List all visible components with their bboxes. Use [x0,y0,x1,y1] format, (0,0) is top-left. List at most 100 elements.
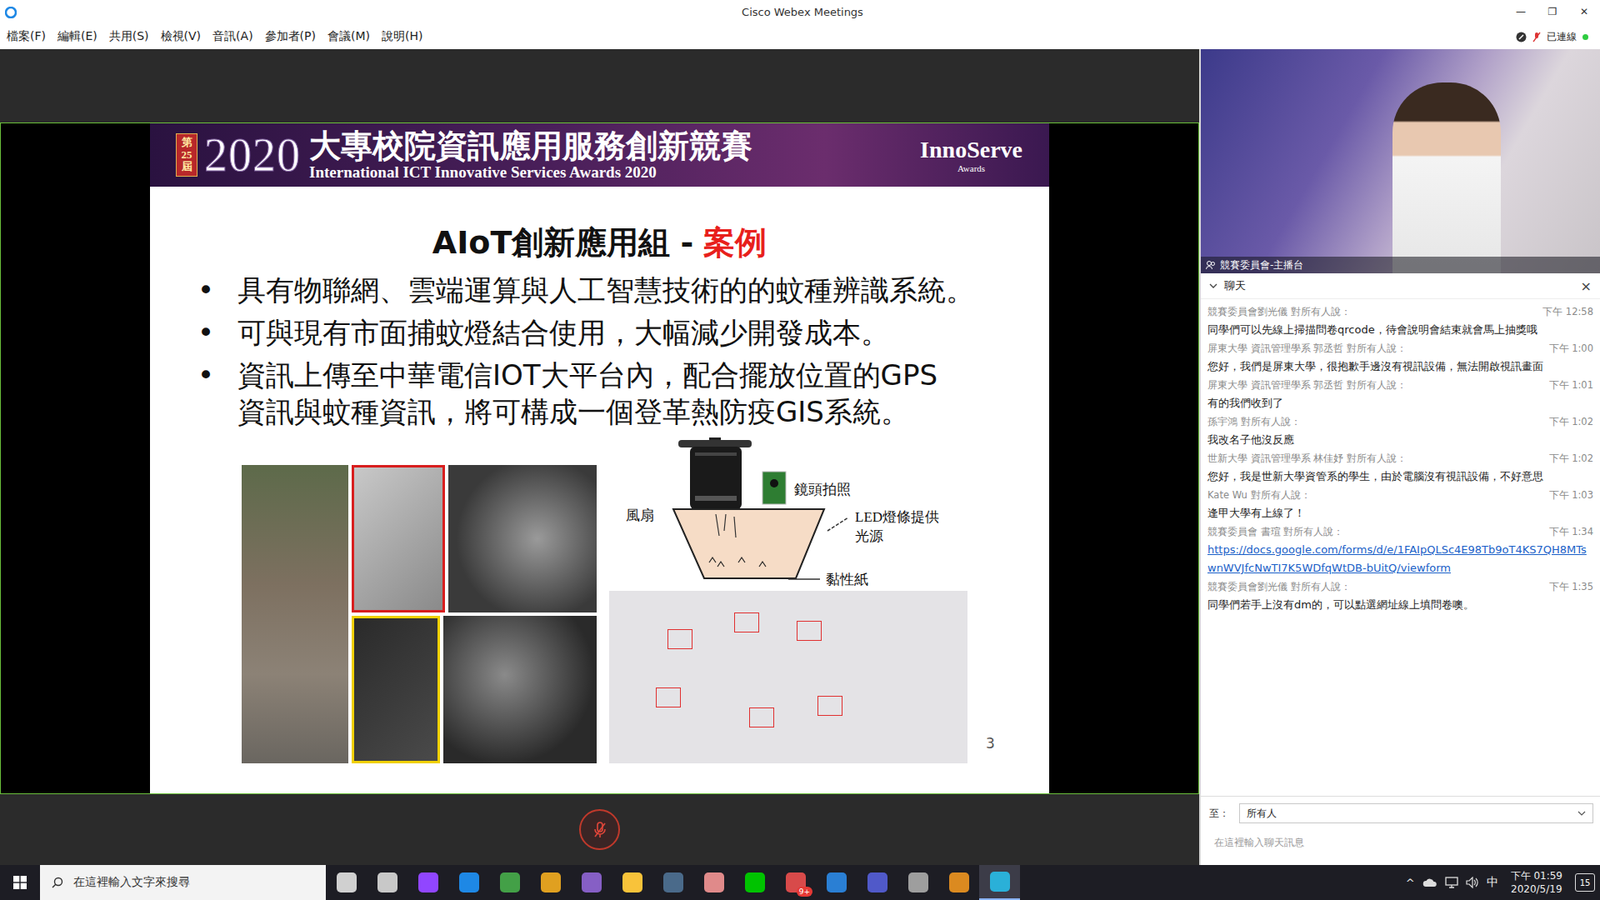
volume-icon[interactable] [1465,876,1480,889]
message-link[interactable]: https://docs.google.com/forms/d/e/1FAIpQ… [1207,540,1594,578]
message-list: 競賽委員會劉光儀 對所有人說： 下午 12:58 同學們可以先線上掃描問卷qrc… [1200,299,1600,796]
app-icon [377,872,398,893]
edition-badge: 第25屆 [175,133,198,178]
taskbar-app[interactable] [407,865,449,900]
message-text: 逢甲大學有上線了！ [1207,504,1594,523]
taskbar-app[interactable] [693,865,735,900]
bullet-item: • 資訊上傳至中華電信IOT大平台內，配合擺放位置的GPS資訊與蚊種資訊，將可構… [150,356,1050,430]
notification-count: 15 [1580,878,1591,888]
taskbar-app[interactable] [366,865,408,900]
host-icon [1205,260,1216,270]
app-badge: 9+ [796,886,813,897]
meeting-area: 第25屆 2020 大專校院資訊應用服務創新競賽 International I… [0,49,1600,865]
fan-label: 風扇 [625,507,655,524]
system-tray: ^ 中 下午 01:59 2020/5/19 15 [1405,869,1600,896]
banner-year: 2020 [204,131,301,179]
menu-item[interactable]: 編輯(E) [55,27,100,46]
screen: Cisco Webex Meetings —❐✕ 檔案(F) 編輯(E) 共用(S)… [0,0,1600,900]
message-sender: 競賽委員會劉光儀 對所有人說： [1207,305,1351,319]
window-control-button[interactable]: ✕ [1568,0,1600,25]
chat-title: 聊天 [1224,278,1246,294]
figures: 鏡頭拍照風扇LED燈條提供光源黏性紙 3 [150,437,1050,764]
banner-title: 大專校院資訊應用服務創新競賽 [309,128,753,164]
bullet-list: • 具有物聯網、雲端運算與人工智慧技術的的蚊種辨識系統。• 可與現有市面捕蚊燈結… [150,271,1050,430]
page-number: 3 [985,735,995,752]
mute-button[interactable] [579,809,620,850]
taskbar-app[interactable] [815,865,857,900]
brand-logo: InnoServe Awards [920,136,1023,175]
message-time: 下午 1:34 [1549,525,1594,539]
menu-item[interactable]: 會議(M) [325,27,372,46]
app-icon [745,872,765,893]
menu-item[interactable]: 音訊(A) [210,27,255,46]
app-icon [908,872,929,893]
led-label: LED燈條提供 [855,509,940,525]
message-text: 您好，我們是屏東大學，很抱歉手邊沒有視訊設備，無法開啟視訊畫面 [1207,357,1594,376]
taskbar-app[interactable] [652,865,694,900]
message-time: 下午 12:58 [1542,305,1594,319]
message-time: 下午 1:03 [1549,489,1594,502]
app-icon [581,872,602,893]
menu-bar: 檔案(F) 編輯(E) 共用(S) 檢視(V) 音訊(A) 參加者(P) 會議(M) 說明(H… [0,24,1600,50]
message-text: 我改名子他沒反應 [1207,430,1594,450]
input-method[interactable]: 中 [1486,875,1499,890]
recipient-dropdown[interactable]: 所有人 [1239,803,1594,824]
menu-item[interactable]: 參加者(P) [263,27,318,46]
app-icon [459,872,480,893]
mosquito-photo [609,590,968,764]
menu-item[interactable]: 檢視(V) [159,27,204,46]
tray-expand-button[interactable]: ^ [1405,876,1415,890]
taskbar-app[interactable] [938,865,980,900]
start-button[interactable] [0,865,40,900]
trap-diagram: 鏡頭拍照風扇LED燈條提供光源黏性紙 [609,437,968,591]
taskbar-app[interactable] [448,865,490,900]
message-text: 同學們若手上沒有dm的，可以點選網址線上填問卷噢。 [1207,595,1594,615]
window-controls: —❐✕ [1505,0,1600,25]
taskbar-app[interactable] [489,865,530,900]
window-control-button[interactable]: ❐ [1536,0,1569,25]
chat-compose: 至： 所有人 在這裡輸入聊天訊息 [1200,795,1600,865]
chat-header: 聊天 × [1200,273,1600,300]
video-tile: 競賽委員會-主播台 [1200,49,1600,274]
taskbar-search[interactable]: 在這裡輸入文字來搜尋 [40,865,326,900]
taskbar-app[interactable] [734,865,775,900]
taskbar-app[interactable] [325,865,367,900]
taskbar-app[interactable] [897,865,939,900]
taskbar-app[interactable] [530,865,571,900]
recipient-label: 至： [1209,806,1230,821]
taskbar-app[interactable] [570,865,612,900]
taskbar-app[interactable] [979,865,1020,900]
menu-item[interactable]: 說明(H) [380,27,425,46]
message-time: 下午 1:02 [1549,452,1594,465]
app-icon [949,872,970,893]
close-button[interactable]: × [1580,278,1592,295]
network-icon[interactable] [1445,876,1459,889]
content-stage: 第25屆 2020 大專校院資訊應用服務創新競賽 International I… [0,49,1200,865]
menu-item[interactable]: 共用(S) [107,27,151,46]
taskbar-app[interactable] [856,865,898,900]
slide-banner: 第25屆 2020 大專校院資訊應用服務創新競賽 International I… [150,123,1050,187]
cloud-icon[interactable] [1422,877,1438,888]
notification-button[interactable]: 15 [1575,873,1595,892]
chat-message: 孫宇鴻 對所有人說： 下午 1:02 我改名子他沒反應 [1207,412,1594,450]
webex-logo-icon [5,6,17,19]
menu-item[interactable]: 檔案(F) [5,27,48,46]
app-icon [867,872,888,893]
chat-panel: 聊天 × 競賽委員會劉光儀 對所有人說： 下午 12:58 同學們可以先線上掃描… [1200,273,1600,865]
chat-input[interactable]: 在這裡輸入聊天訊息 [1209,830,1594,855]
collapse-icon[interactable] [1209,281,1218,290]
clock[interactable]: 下午 01:59 2020/5/19 [1510,869,1563,896]
message-sender: 屏東大學 資訊管理學系 郭丞哲 對所有人說： [1207,342,1407,355]
app-icon [418,872,439,893]
message-sender: 競賽委員會劉光儀 對所有人說： [1207,580,1351,594]
taskbar-app[interactable] [611,865,653,900]
taskbar-app[interactable]: 9+ [775,865,816,900]
title-bar: Cisco Webex Meetings —❐✕ [0,0,1600,25]
app-icon [336,872,357,893]
window-title: Cisco Webex Meetings [741,5,864,19]
chat-message: 競賽委員會劉光儀 對所有人說： 下午 1:35 同學們若手上沒有dm的，可以點選… [1207,577,1594,615]
window-control-button[interactable]: — [1505,0,1537,25]
chat-message: 競賽委員會 書瑄 對所有人說： 下午 1:34 https://docs.goo… [1207,522,1594,578]
taskbar: 在這裡輸入文字來搜尋 9+ ^ 中 下午 01:59 2020/5/19 15 [0,865,1600,900]
app-icon [826,872,847,893]
